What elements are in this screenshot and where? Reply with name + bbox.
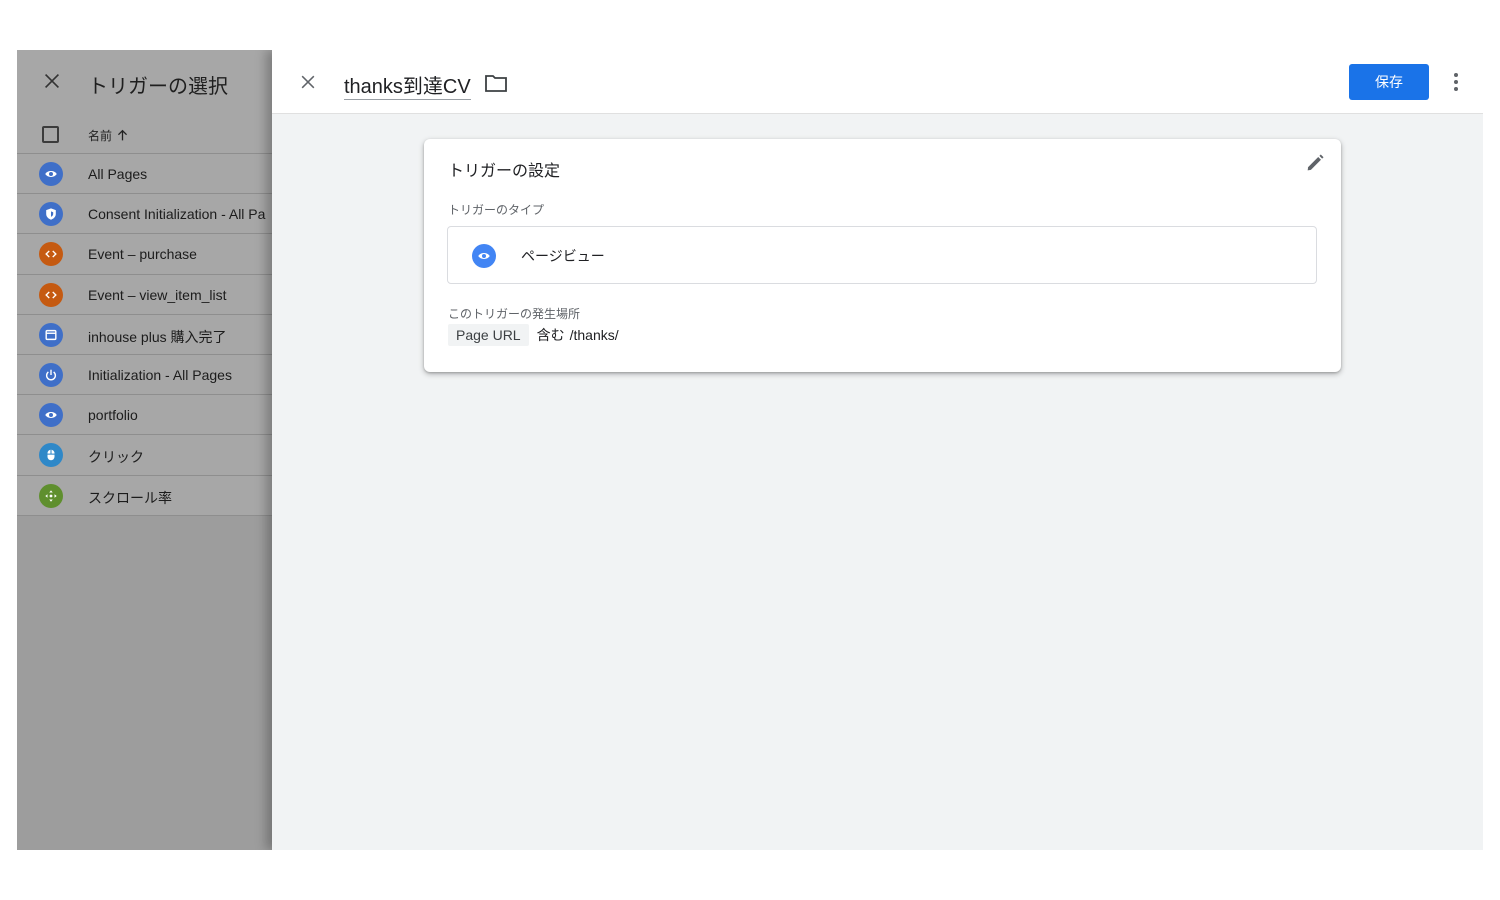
power-icon	[39, 362, 63, 387]
eye-icon	[39, 162, 63, 186]
trigger-type-selector[interactable]: ページビュー	[447, 226, 1317, 284]
move-icon	[39, 483, 63, 508]
trigger-type-name: ページビュー	[521, 248, 605, 264]
list-item[interactable]: All Pages	[17, 154, 272, 195]
trigger-config-card: トリガーの設定 トリガーのタイプ ページビュー このトリガーの発生場所 Page…	[424, 139, 1341, 372]
fires-on-label: このトリガーの発生場所	[448, 307, 581, 321]
condition-value: /thanks/	[569, 327, 619, 343]
list-item-label: Event – view_item_list	[88, 286, 227, 303]
list-item[interactable]: Initialization - All Pages	[17, 355, 272, 396]
shield-icon	[39, 202, 63, 227]
app-frame: トリガーの選択 名前 All Pages Consent Initializat…	[17, 50, 1483, 850]
list-item-label: All Pages	[88, 166, 148, 182]
trigger-chooser-title: トリガーの選択	[88, 76, 228, 98]
mouse-icon	[39, 443, 63, 468]
edit-pencil-icon[interactable]	[1304, 152, 1326, 174]
eye-icon	[39, 403, 63, 428]
list-item[interactable]: クリック	[17, 435, 272, 476]
list-item-label: Consent Initialization - All Pa	[88, 206, 266, 223]
more-vert-icon[interactable]	[1446, 70, 1466, 94]
trigger-chooser-header: トリガーの選択	[17, 50, 272, 114]
arrow-up-icon	[117, 129, 128, 141]
list-item-label: inhouse plus 購入完了	[88, 328, 227, 345]
code-icon	[39, 242, 63, 267]
list-item[interactable]: Event – view_item_list	[17, 275, 272, 315]
trigger-list: All Pages Consent Initialization - All P…	[17, 154, 272, 516]
close-icon[interactable]	[298, 72, 318, 92]
trigger-type-label: トリガーのタイプ	[448, 203, 545, 217]
list-item[interactable]: inhouse plus 購入完了	[17, 315, 272, 355]
trigger-editor-panel: thanks到達CV 保存 トリガーの設定 トリガーのタイプ ページビュー この…	[272, 50, 1483, 850]
list-item-label: クリック	[88, 449, 144, 466]
list-item[interactable]: Consent Initialization - All Pa	[17, 194, 272, 235]
eye-icon	[472, 244, 496, 268]
name-column-label: 名前	[88, 129, 113, 143]
trigger-name-field[interactable]: thanks到達CV	[344, 70, 471, 100]
condition-variable: Page URL	[448, 324, 529, 346]
card-title: トリガーの設定	[448, 163, 561, 180]
save-button[interactable]: 保存	[1349, 64, 1429, 100]
select-all-checkbox[interactable]	[42, 126, 59, 143]
trigger-condition: Page URL 含む /thanks/	[448, 324, 619, 346]
list-item[interactable]: スクロール率	[17, 476, 272, 516]
code-icon	[39, 282, 63, 307]
list-item-label: Event – purchase	[88, 246, 197, 263]
condition-operator: 含む	[536, 327, 565, 343]
list-item[interactable]: portfolio	[17, 395, 272, 436]
close-icon[interactable]	[41, 70, 63, 92]
list-item[interactable]: Event – purchase	[17, 234, 272, 275]
name-column-sort[interactable]: 名前	[88, 127, 129, 144]
column-header-row: 名前	[17, 114, 272, 154]
trigger-chooser-panel: トリガーの選択 名前 All Pages Consent Initializat…	[17, 50, 272, 850]
window-icon	[39, 322, 63, 347]
list-item-label: スクロール率	[88, 489, 172, 506]
list-item-label: Initialization - All Pages	[88, 366, 232, 383]
list-item-label: portfolio	[88, 407, 138, 424]
editor-header: thanks到達CV 保存	[272, 50, 1483, 114]
folder-icon[interactable]	[484, 73, 508, 93]
